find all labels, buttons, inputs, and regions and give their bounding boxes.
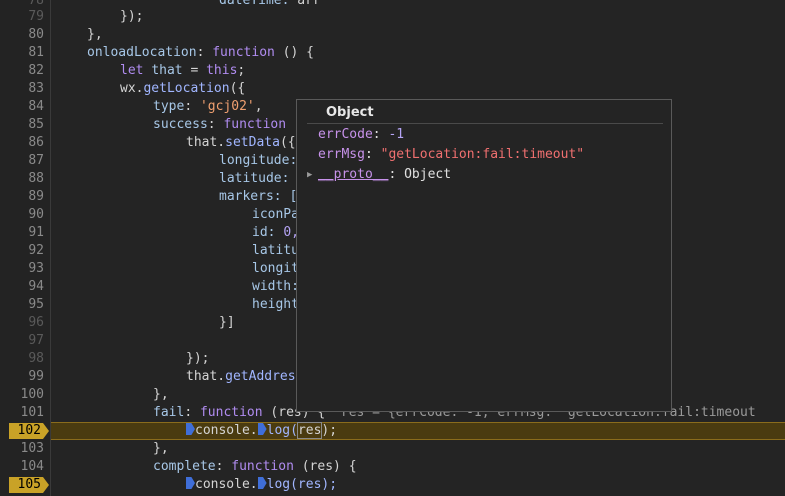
code-line[interactable]: }, [153,440,169,458]
code-line[interactable]: }, [87,26,103,44]
code-line[interactable]: that.setData({ [186,134,296,152]
line-number[interactable]: 84 [0,98,44,116]
line-number[interactable]: 104 [0,458,44,476]
execution-marker-icon[interactable] [186,477,195,489]
code-line[interactable]: height [252,296,299,314]
code-line[interactable]: longitude: [219,152,297,170]
execution-marker-icon[interactable] [257,423,267,435]
hovered-expression[interactable]: res [296,422,323,439]
execution-marker-icon[interactable] [257,477,267,489]
line-number[interactable]: 93 [0,260,44,278]
code-line[interactable]: }, [153,386,169,404]
code-line[interactable]: width: [252,278,299,296]
line-number[interactable]: 92 [0,242,44,260]
object-preview-popover[interactable]: Object errCode: -1 errMsg: "getLocation:… [296,99,672,412]
line-number[interactable]: 88 [0,170,44,188]
line-number[interactable]: 86 [0,134,44,152]
code-line[interactable]: that.getAddres [186,368,296,386]
execution-marker-icon[interactable] [186,423,195,435]
line-number[interactable]: 100 [0,386,44,404]
property-proto[interactable]: __proto__: Object [318,166,451,184]
line-number[interactable]: 97 [0,332,44,350]
line-number[interactable]: 103 [0,440,44,458]
breakpoint-marker[interactable]: 105 [9,477,49,493]
line-number[interactable]: 79 [0,8,44,26]
line-number[interactable]: 99 [0,368,44,386]
line-number[interactable]: 90 [0,206,44,224]
code-line[interactable]: complete: function (res) { [153,458,357,476]
line-number[interactable]: 80 [0,26,44,44]
popover-title: Object [326,105,374,120]
code-line[interactable]: console. log(res); [186,422,337,440]
breakpoint-line-number: 105 [17,477,41,492]
code-line[interactable]: iconPa [252,206,299,224]
line-number[interactable]: 81 [0,44,44,62]
line-number-gutter[interactable]: 78 79 80 81 82 83 84 85 86 87 88 89 90 9… [0,0,51,496]
property-errcode[interactable]: errCode: -1 [318,126,404,144]
line-number[interactable]: 87 [0,152,44,170]
property-errmsg[interactable]: errMsg: "getLocation:fail:timeout" [318,146,584,164]
code-line[interactable]: }); [120,8,143,26]
line-number[interactable]: 82 [0,62,44,80]
breakpoint-marker[interactable]: 102 [9,423,49,439]
code-line[interactable]: success: function [153,116,286,134]
breakpoint-line-number: 102 [17,423,41,438]
line-number[interactable]: 85 [0,116,44,134]
code-line[interactable]: id: 0, [252,224,299,242]
line-number[interactable]: 96 [0,314,44,332]
code-line[interactable]: }] [219,314,235,332]
code-line[interactable]: wx.getLocation({ [120,80,245,98]
code-line[interactable]: onloadLocation: function () { [87,44,314,62]
code-line[interactable]: type: 'gcj02', [153,98,263,116]
code-line[interactable]: dateTime: arr [219,0,321,10]
line-number[interactable]: 94 [0,278,44,296]
code-line[interactable]: longit [252,260,299,278]
line-number[interactable]: 101 [0,404,44,422]
code-line[interactable]: }); [186,350,209,368]
line-number[interactable]: 98 [0,350,44,368]
code-line[interactable]: let that = this; [120,62,245,80]
code-line[interactable]: markers: [ [219,188,297,206]
line-number[interactable]: 95 [0,296,44,314]
expand-triangle-icon[interactable]: ▶ [307,166,312,184]
code-line[interactable]: latitude: [219,170,289,188]
code-line[interactable]: console. log(res); [186,476,337,494]
line-number[interactable]: 91 [0,224,44,242]
code-line[interactable]: latitu [252,242,299,260]
popover-divider [307,123,663,124]
line-number[interactable]: 83 [0,80,44,98]
line-number[interactable]: 89 [0,188,44,206]
paused-execution-line [51,422,785,440]
